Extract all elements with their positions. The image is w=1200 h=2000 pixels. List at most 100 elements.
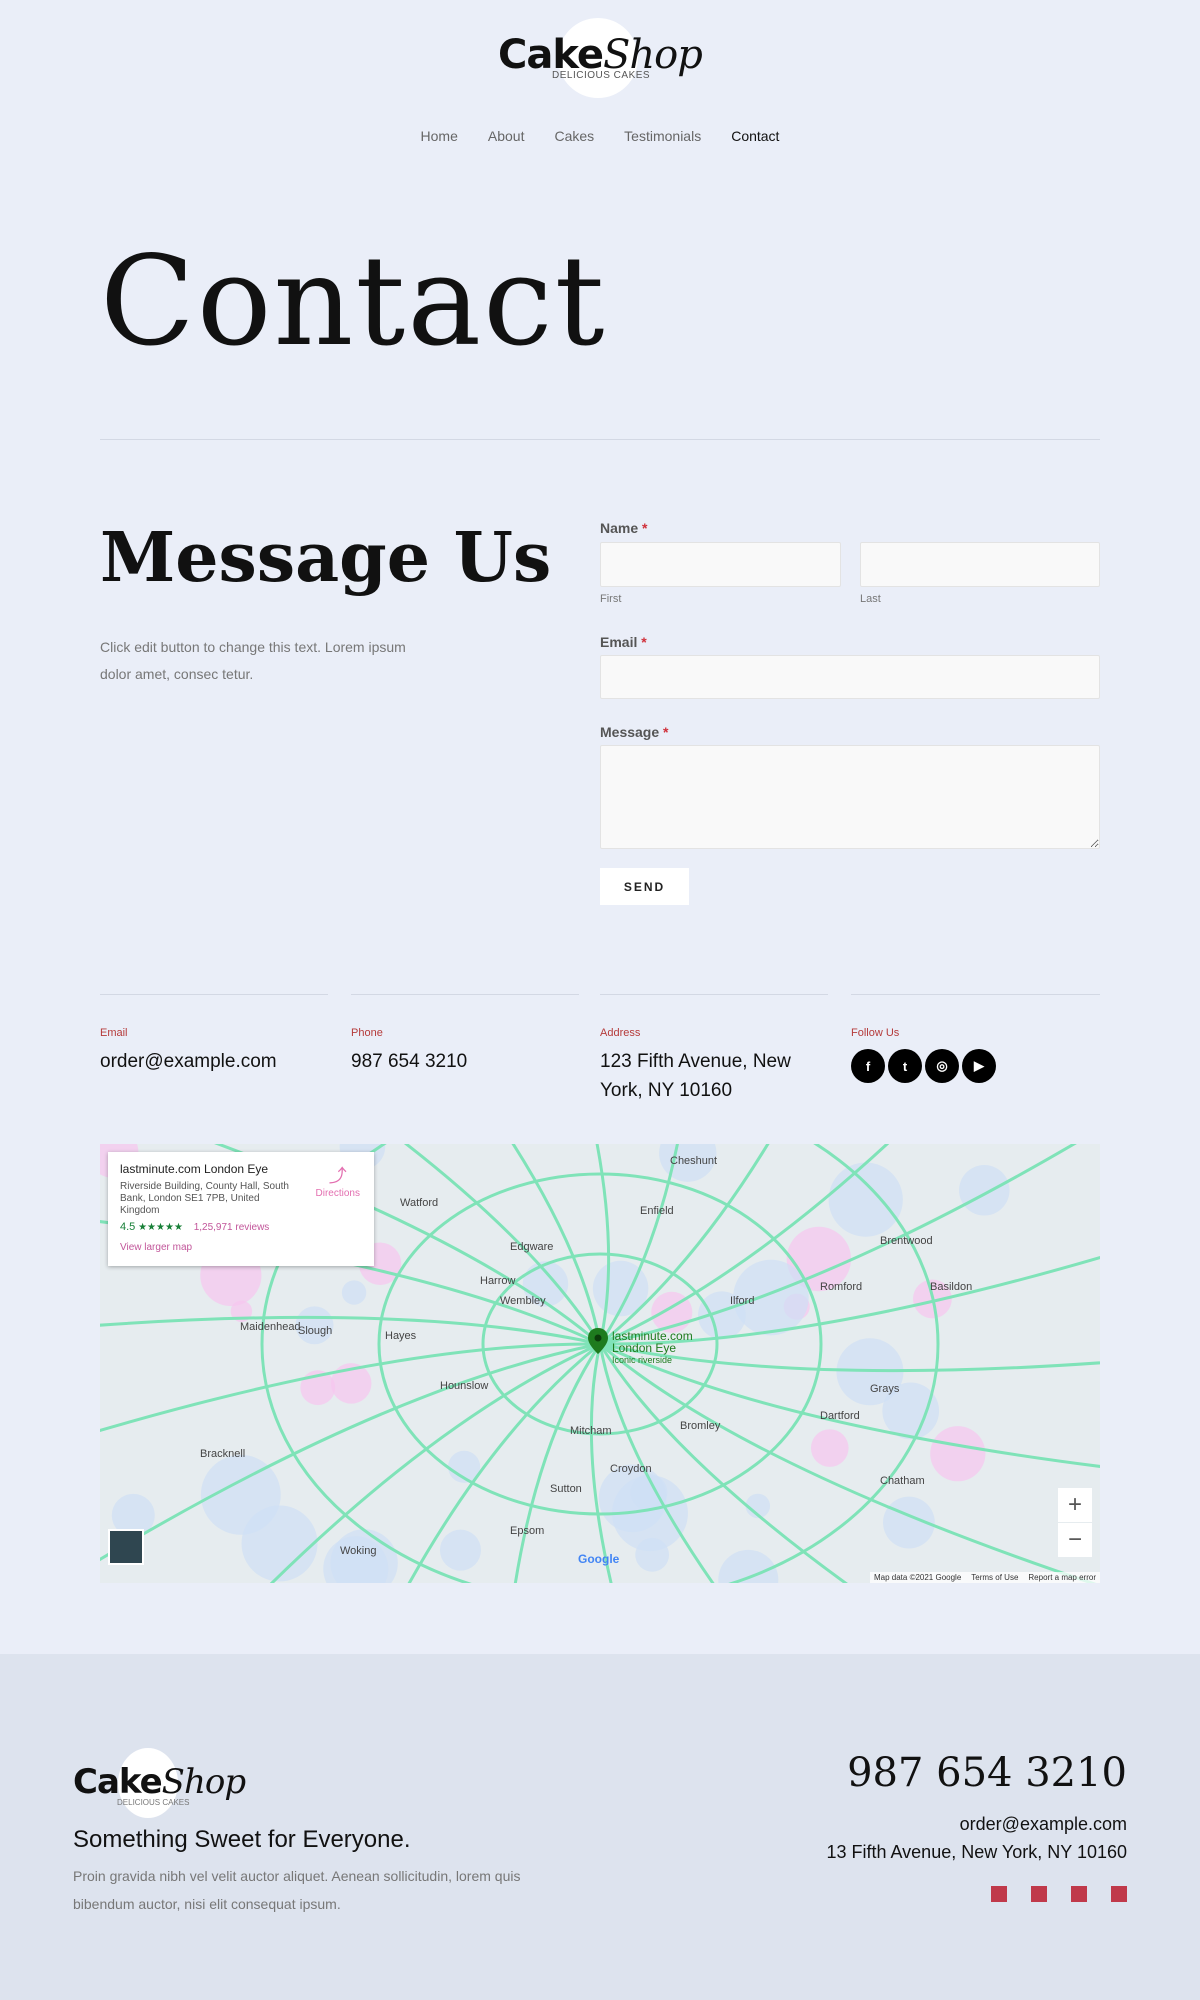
intro-text: Click edit button to change this text. L… [100, 639, 406, 682]
message-heading: Message Us [100, 518, 552, 598]
last-sublabel: Last [860, 593, 881, 605]
logo-tagline: DELICIOUS CAKES [552, 70, 651, 81]
map-place-label: Bromley [680, 1420, 721, 1432]
last-name-input[interactable] [860, 542, 1100, 587]
required-mark: * [642, 520, 648, 536]
send-button[interactable]: SEND [600, 868, 689, 905]
footer-social [991, 1886, 1127, 1902]
divider [100, 994, 328, 995]
view-larger-map-link[interactable]: View larger map [120, 1242, 362, 1253]
map-place-label: Dartford [820, 1410, 860, 1422]
footer-tagline: Something Sweet for Everyone. [73, 1826, 411, 1853]
nav-about[interactable]: About [488, 128, 525, 144]
first-sublabel: First [600, 593, 622, 605]
directions-icon: ⤴ [328, 1166, 347, 1186]
satellite-toggle[interactable] [108, 1529, 144, 1565]
footer: CakeShop DELICIOUS CAKES Something Sweet… [0, 1654, 1200, 2000]
required-mark: * [663, 724, 669, 740]
zoom-out-button[interactable]: − [1058, 1523, 1092, 1557]
footer-text: Proin gravida nibh vel velit auctor aliq… [73, 1868, 521, 1912]
message-label: Message * [600, 724, 669, 740]
page-title: Contact [100, 230, 607, 374]
map-place-label: Grays [870, 1383, 900, 1395]
nav-contact[interactable]: Contact [731, 128, 779, 144]
info-label: Email [100, 1027, 128, 1039]
map-place-label: Epsom [510, 1525, 544, 1537]
nav-home[interactable]: Home [421, 128, 458, 144]
google-logo: Google [578, 1552, 620, 1566]
info-follow: Follow Us f t ◎ ▶ [851, 994, 1100, 1083]
map-place-label: Watford [400, 1197, 438, 1209]
map-place-label: Chatham [880, 1475, 925, 1487]
map-place-label: Harrow [480, 1275, 516, 1287]
footer-phone[interactable]: 987 654 3210 [847, 1750, 1127, 1796]
name-label: Name * [600, 520, 647, 536]
instagram-icon[interactable] [1071, 1886, 1087, 1902]
divider [600, 994, 828, 995]
place-address: Riverside Building, County Hall, South B… [120, 1181, 289, 1216]
twitter-icon[interactable]: t [888, 1049, 922, 1083]
social-links: f t ◎ ▶ [851, 1049, 1100, 1083]
pin-label: lastminute.com London Eye Iconic riversid… [612, 1329, 693, 1365]
map-place-label: Mitcham [570, 1425, 612, 1437]
facebook-icon[interactable]: f [851, 1049, 885, 1083]
google-map[interactable]: Watford Enfield Cheshunt Edgware Harrow Wembl… [100, 1144, 1100, 1583]
map-attribution: Map data ©2021 Google Terms of Use Report … [869, 1572, 1100, 1583]
map-pin-icon[interactable] [588, 1328, 608, 1354]
map-place-label: Cheshunt [670, 1155, 717, 1167]
main-nav: Home About Cakes Testimonials Contact [0, 128, 1200, 144]
rating: 4.5 [120, 1221, 136, 1233]
map-place-label: Woking [340, 1545, 376, 1557]
map-place-label: Wembley [500, 1295, 546, 1307]
info-label: Follow Us [851, 1027, 900, 1039]
report-link[interactable]: Report a map error [1028, 1573, 1096, 1582]
directions-label: Directions [315, 1188, 360, 1199]
map-place-label: Enfield [640, 1205, 674, 1217]
map-place-label: Brentwood [880, 1235, 933, 1247]
map-place-label: Bracknell [200, 1448, 245, 1460]
info-value[interactable]: 987 654 3210 [351, 1047, 579, 1076]
email-label-text: Email [600, 634, 638, 650]
divider [351, 994, 579, 995]
map-place-label: Romford [820, 1281, 862, 1293]
map-place-label: Maidenhead [240, 1321, 301, 1333]
map-place-label: Edgware [510, 1241, 553, 1253]
map-place-label: Ilford [730, 1295, 754, 1307]
map-place-label: Hayes [385, 1330, 417, 1342]
nav-testimonials[interactable]: Testimonials [624, 128, 701, 144]
info-label: Phone [351, 1027, 383, 1039]
map-place-card: lastminute.com London Eye Riverside Buil… [108, 1152, 374, 1266]
facebook-icon[interactable] [991, 1886, 1007, 1902]
instagram-icon[interactable]: ◎ [925, 1049, 959, 1083]
divider [851, 994, 1100, 995]
footer-address: 13 Fifth Avenue, New York, NY 10160 [826, 1842, 1127, 1862]
info-address: Address 123 Fifth Avenue, New York, NY 10… [600, 994, 828, 1105]
footer-logo[interactable]: CakeShop DELICIOUS CAKES [73, 1748, 246, 1818]
map-place-label: Hounslow [440, 1380, 488, 1392]
email-input[interactable] [600, 655, 1100, 699]
info-email: Email order@example.com [100, 994, 328, 1076]
stars-icon: ★★★★★ [138, 1222, 183, 1233]
reviews-link[interactable]: 1,25,971 reviews [194, 1222, 270, 1233]
footer-email[interactable]: order@example.com [960, 1814, 1127, 1835]
map-place-label: Slough [298, 1325, 332, 1337]
youtube-icon[interactable]: ▶ [962, 1049, 996, 1083]
name-label-text: Name [600, 520, 639, 536]
message-textarea[interactable] [600, 745, 1100, 849]
info-phone: Phone 987 654 3210 [351, 994, 579, 1076]
twitter-icon[interactable] [1031, 1886, 1047, 1902]
youtube-icon[interactable] [1111, 1886, 1127, 1902]
zoom-in-button[interactable]: + [1058, 1488, 1092, 1522]
directions-button[interactable]: ⤴ Directions [316, 1162, 360, 1199]
required-mark: * [641, 634, 647, 650]
map-place-label: Sutton [550, 1483, 582, 1495]
message-label-text: Message [600, 724, 660, 740]
logo[interactable]: CakeShop DELICIOUS CAKES [498, 18, 703, 98]
map-place-label: Croydon [610, 1463, 652, 1475]
nav-cakes[interactable]: Cakes [554, 128, 594, 144]
divider [100, 439, 1100, 440]
info-value[interactable]: order@example.com [100, 1047, 328, 1076]
first-name-input[interactable] [600, 542, 841, 587]
terms-link[interactable]: Terms of Use [971, 1573, 1018, 1582]
info-value: 123 Fifth Avenue, New York, NY 10160 [600, 1051, 791, 1101]
